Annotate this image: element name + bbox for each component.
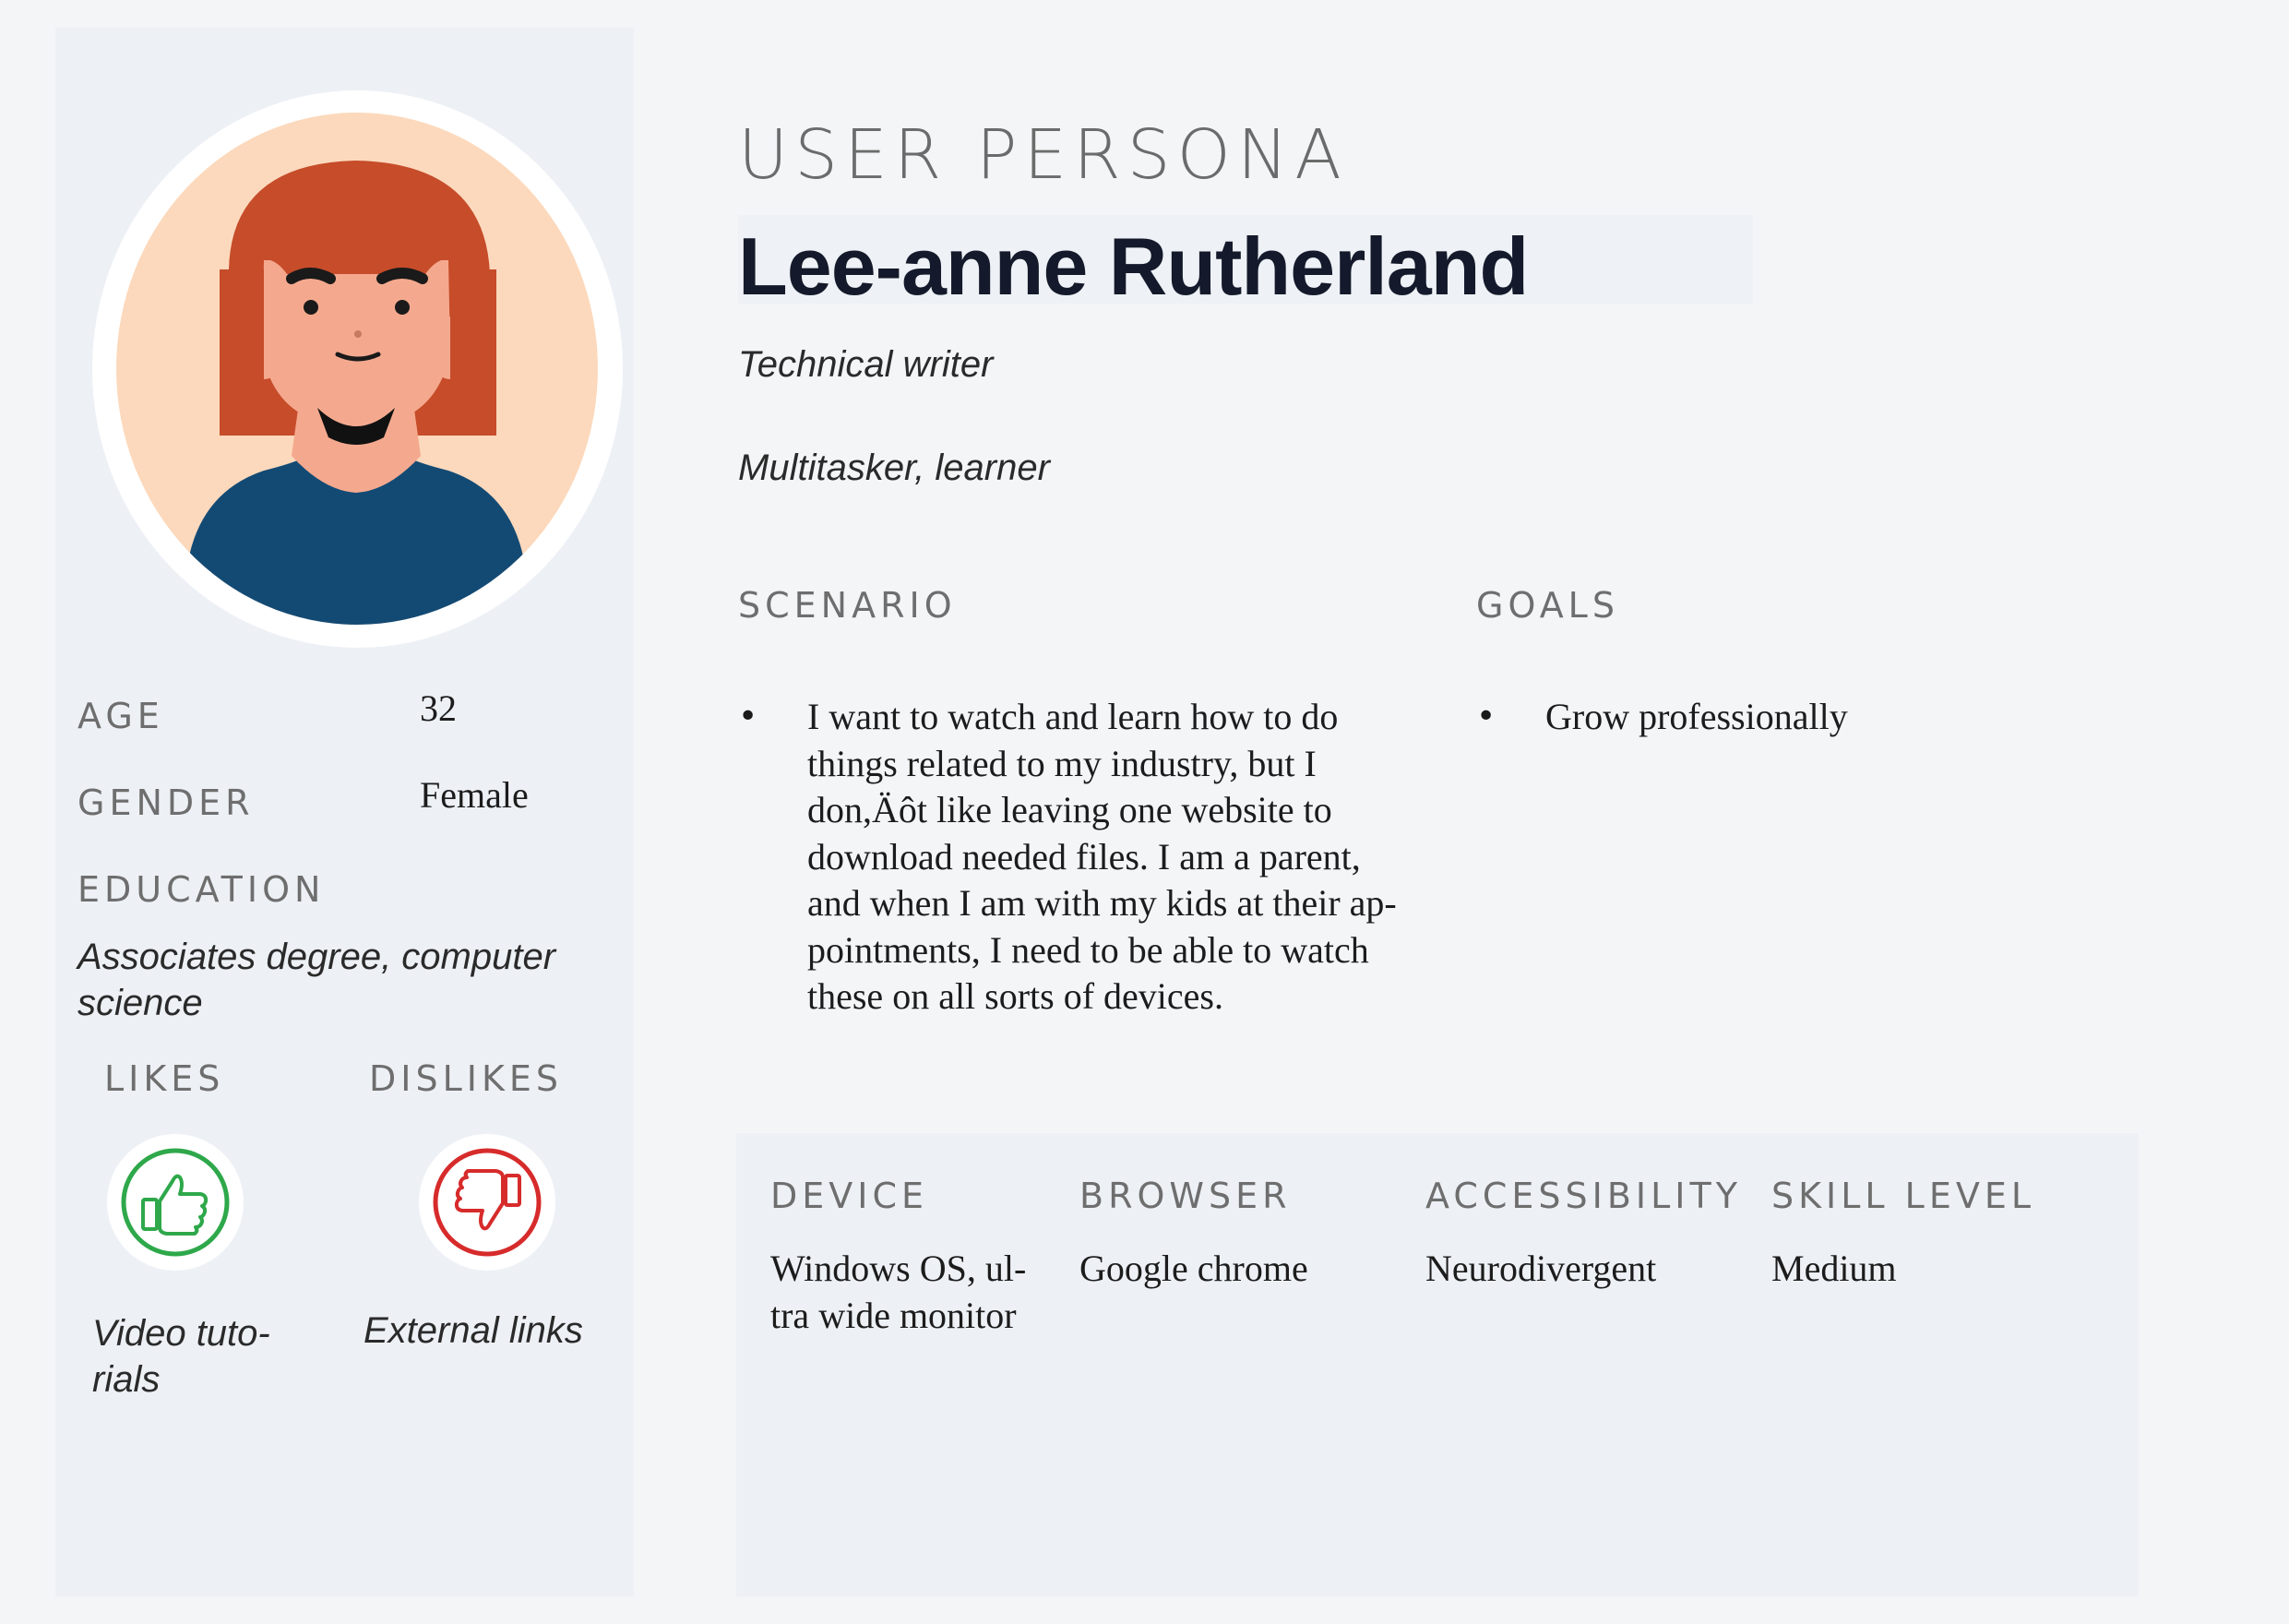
- education-line-1: Associates degree, computer: [77, 937, 556, 977]
- skill-level-value: Medium: [1771, 1248, 1897, 1289]
- scenario-line: don,Äôt like leaving one website to: [807, 789, 1332, 830]
- device-line-2: tra wide monitor: [770, 1294, 1017, 1336]
- gender-label: GENDER: [77, 782, 255, 823]
- education-label: EDUCATION: [77, 869, 326, 910]
- thumbs-up-icon: [121, 1148, 230, 1257]
- education-line-2: science: [77, 983, 203, 1023]
- age-label: AGE: [77, 696, 164, 736]
- section-label: USER PERSONA: [738, 115, 1348, 195]
- goals-list: Grow professionally: [1476, 694, 2122, 741]
- age-value: 32: [420, 687, 457, 729]
- scenario-line: and when I am with my kids at their ap-: [807, 882, 1397, 924]
- scenario-item: I want to watch and learn how to do thin…: [738, 694, 1412, 1021]
- avatar-illustration: [185, 161, 528, 625]
- persona-traits: Multitasker, learner: [738, 448, 1050, 488]
- gender-value: Female: [420, 774, 529, 816]
- browser-value: Google chrome: [1079, 1248, 1308, 1289]
- scenario-line: I want to watch and learn how to do: [807, 696, 1339, 737]
- like-text-line-2: rials: [92, 1359, 161, 1400]
- device-line-1: Windows OS, ul-: [770, 1248, 1027, 1289]
- dislike-text: External links: [364, 1310, 583, 1351]
- scenario-list: I want to watch and learn how to do thin…: [738, 694, 1412, 1021]
- accessibility-value: Neurodivergent: [1425, 1248, 1657, 1289]
- accessibility-label: ACCESSIBILITY: [1425, 1176, 1742, 1216]
- device-value: Windows OS, ul- tra wide monitor: [770, 1246, 1026, 1339]
- goal-item: Grow professionally: [1476, 694, 2122, 741]
- scenario-line: download needed files. I am a parent,: [807, 835, 1361, 878]
- like-text: Video tuto- rials: [92, 1310, 270, 1403]
- job-title: Technical writer: [738, 344, 994, 385]
- thumbs-down-icon: [433, 1148, 542, 1257]
- goals-label: GOALS: [1476, 585, 1619, 626]
- education-value: Associates degree, computer science: [77, 934, 622, 1026]
- like-text-line-1: Video tuto-: [92, 1313, 270, 1354]
- device-label: DEVICE: [770, 1176, 929, 1216]
- scenario-label: SCENARIO: [738, 585, 957, 626]
- scenario-line: these on all sorts of devices.: [807, 975, 1223, 1017]
- scenario-line: pointments, I need to be able to watch: [807, 928, 1369, 971]
- dislikes-label: DISLIKES: [369, 1058, 564, 1099]
- dislike-icon-badge: [419, 1134, 555, 1271]
- likes-label: LIKES: [104, 1058, 225, 1099]
- persona-name: Lee-anne Rutherland: [738, 221, 1529, 312]
- browser-label: BROWSER: [1079, 1176, 1292, 1216]
- skill-level-label: SKILL LEVEL: [1771, 1176, 2036, 1216]
- scenario-line: things related to my industry, but I: [807, 742, 1317, 784]
- avatar: [116, 113, 598, 625]
- like-icon-badge: [107, 1134, 244, 1271]
